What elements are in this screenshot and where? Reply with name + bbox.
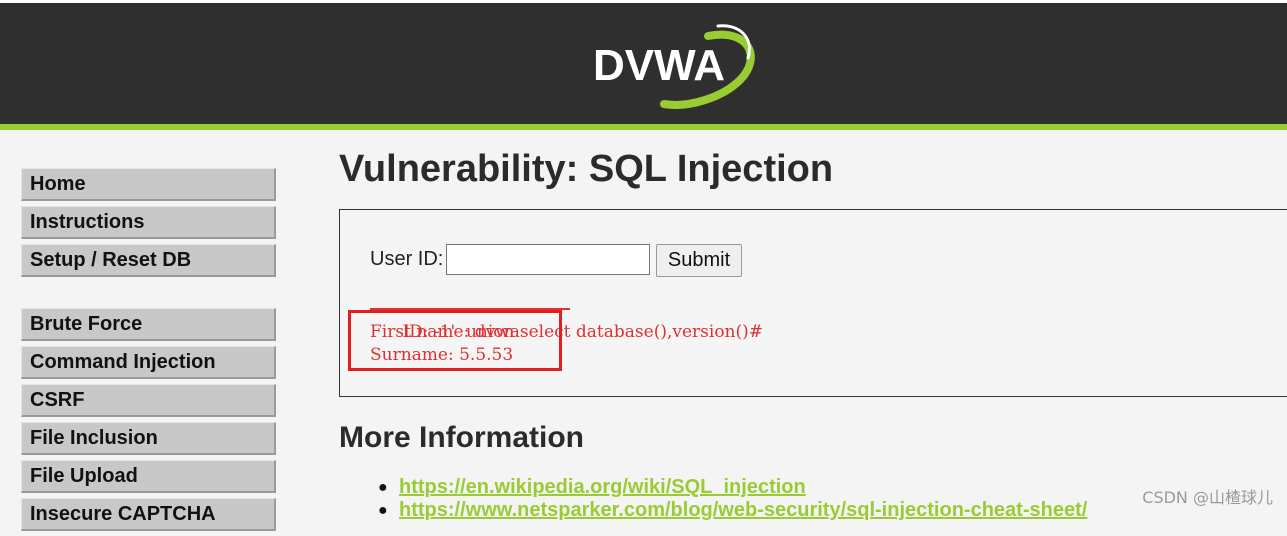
list-item: ● https://en.wikipedia.org/wiki/SQL_inje…	[378, 476, 1087, 499]
vulnerable-code-area: User ID: Submit ID: -1' union select dat…	[339, 209, 1287, 397]
menu-item-file-upload[interactable]: File Upload	[21, 460, 276, 493]
link-netsparker-cheat-sheet[interactable]: https://www.netsparker.com/blog/web-secu…	[399, 499, 1087, 521]
page-title: Vulnerability: SQL Injection	[339, 148, 834, 190]
dvwa-logo: DVWA	[593, 24, 755, 109]
menu-item-csrf[interactable]: CSRF	[21, 384, 276, 417]
bullet-icon: ●	[378, 502, 388, 519]
submit-button[interactable]: Submit	[656, 244, 742, 277]
bullet-icon: ●	[378, 479, 388, 496]
annotation-highlight-box	[348, 310, 562, 371]
more-information-title: More Information	[339, 421, 584, 454]
link-wikipedia-sql-injection[interactable]: https://en.wikipedia.org/wiki/SQL_inject…	[399, 476, 806, 498]
user-id-input[interactable]	[446, 244, 650, 275]
user-id-label: User ID:	[370, 248, 444, 270]
menu-item-insecure-captcha[interactable]: Insecure CAPTCHA	[21, 498, 276, 531]
list-item: ● https://www.netsparker.com/blog/web-se…	[378, 499, 1087, 522]
sidebar-menu: Home Instructions Setup / Reset DB Brute…	[21, 168, 276, 536]
menu-item-file-inclusion[interactable]: File Inclusion	[21, 422, 276, 455]
menu-item-brute-force[interactable]: Brute Force	[21, 308, 276, 341]
more-info-links: ● https://en.wikipedia.org/wiki/SQL_inje…	[378, 476, 1087, 522]
menu-item-instructions[interactable]: Instructions	[21, 206, 276, 239]
dvwa-logo-text: DVWA	[593, 41, 725, 90]
header-accent-bar	[0, 124, 1287, 130]
menu-item-setup-reset-db[interactable]: Setup / Reset DB	[21, 244, 276, 277]
watermark: CSDN @山楂球儿	[1142, 488, 1273, 507]
menu-item-command-injection[interactable]: Command Injection	[21, 346, 276, 379]
menu-item-home[interactable]: Home	[21, 168, 276, 201]
menu-gap	[21, 282, 276, 308]
